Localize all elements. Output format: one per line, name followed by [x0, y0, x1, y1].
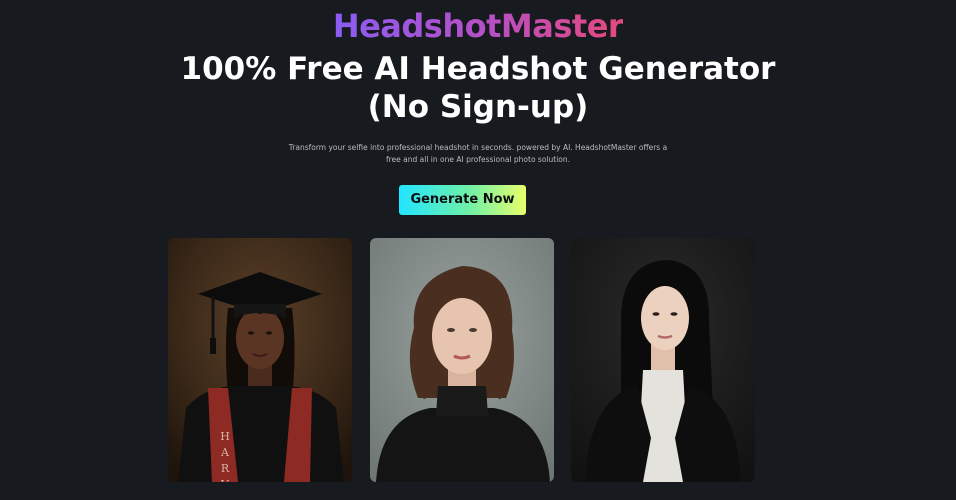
brand-name: HeadshotMaster — [332, 7, 624, 45]
hero-subtitle-line-2: free and all in one AI professional phot… — [385, 155, 571, 164]
gallery-image-graduate: H A R V — [168, 238, 352, 482]
svg-text:A: A — [220, 446, 230, 459]
gallery-image-turtleneck — [370, 238, 554, 482]
page-title-line-2: (No Sign-up) — [367, 89, 589, 125]
hero-subtitle: Transform your selfie into professional … — [272, 142, 684, 166]
page-title: 100% Free AI Headshot Generator (No Sign… — [0, 50, 956, 126]
page-title-line-1: 100% Free AI Headshot Generator — [180, 51, 776, 87]
sash-lettering: H — [220, 430, 230, 443]
generate-now-button[interactable]: Generate Now — [399, 185, 526, 215]
hero-subtitle-line-1: Transform your selfie into professional … — [288, 143, 668, 152]
brand-logo[interactable]: HeadshotMaster — [0, 6, 956, 46]
gallery-image-blazer — [571, 238, 755, 482]
svg-text:V: V — [220, 478, 230, 482]
svg-text:R: R — [221, 462, 230, 475]
